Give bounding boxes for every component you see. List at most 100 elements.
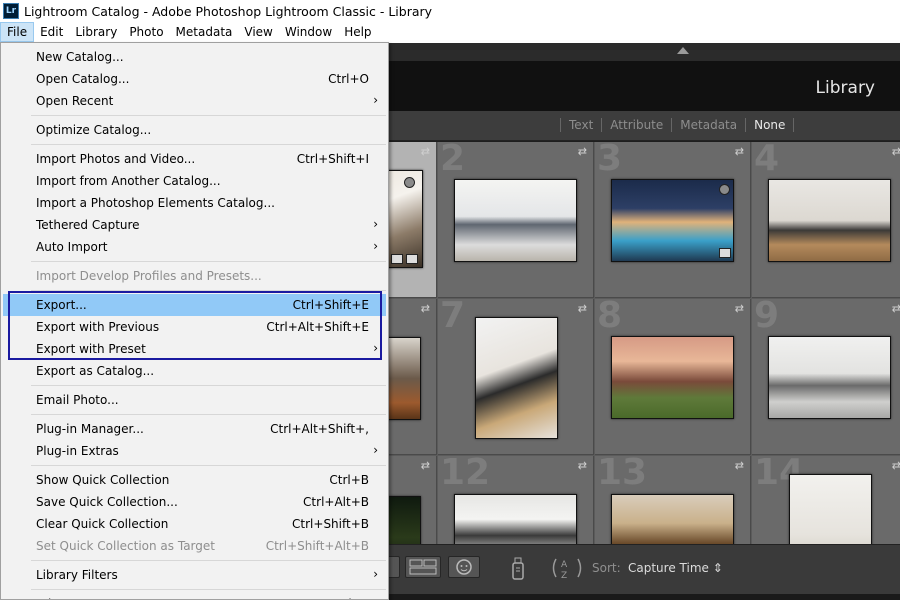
menu-item-label: Import from Another Catalog... — [36, 174, 221, 188]
submenu-arrow-icon: › — [373, 443, 378, 457]
menu-item-label: Auto Import — [36, 240, 108, 254]
menu-item-label: Plug-in Extras — [36, 444, 119, 458]
menu-item-clear-quick-collection[interactable]: Clear Quick Collection Ctrl+Shift+B — [3, 513, 386, 535]
menu-item-print[interactable]: Print...Ctrl+P — [3, 593, 386, 599]
grid-cell[interactable]: 4 ⇄ — [752, 142, 900, 298]
window-title: Lightroom Catalog - Adobe Photoshop Ligh… — [24, 3, 433, 19]
menu-separator — [31, 261, 386, 262]
sort-label: Sort: — [592, 561, 621, 575]
grid-cell[interactable]: 12 ⇄ — [438, 452, 594, 544]
filter-text[interactable]: Text — [569, 118, 593, 132]
menu-item-label: Email Photo... — [36, 393, 119, 407]
filter-metadata[interactable]: Metadata — [680, 118, 737, 132]
collapse-top-panel-icon[interactable] — [677, 47, 689, 54]
export-options-highlight-box — [8, 291, 382, 360]
sort-direction-icon[interactable]: AZ — [550, 555, 584, 584]
menu-item-plug-in-manager[interactable]: Plug-in Manager... Ctrl+Alt+Shift+, — [3, 418, 386, 440]
menu-item-shortcut: Ctrl+B — [329, 473, 369, 487]
pick-flag-icon[interactable]: ⇄ — [578, 459, 587, 472]
menu-separator — [31, 115, 386, 116]
photo-thumbnail[interactable] — [611, 336, 734, 419]
pick-flag-icon[interactable]: ⇄ — [735, 459, 744, 472]
menu-photo[interactable]: Photo — [123, 22, 169, 42]
menu-item-label: Export as Catalog... — [36, 364, 155, 378]
menu-item-optimize-catalog[interactable]: Optimize Catalog... — [3, 119, 386, 141]
grid-cell[interactable]: 7 ⇄ — [438, 295, 594, 455]
menu-separator — [31, 465, 386, 466]
menu-item-import-photos-and-video[interactable]: Import Photos and Video... Ctrl+Shift+I — [3, 148, 386, 170]
menu-item-show-quick-collection[interactable]: Show Quick Collection Ctrl+B — [3, 469, 386, 491]
photo-thumbnail[interactable] — [768, 179, 891, 262]
menu-item-label: Import Photos and Video... — [36, 152, 196, 166]
menu-file[interactable]: File — [0, 22, 35, 42]
grid-cell[interactable]: 14 ⇄ — [752, 452, 900, 544]
people-view-button[interactable] — [448, 556, 480, 578]
menu-item-open-recent[interactable]: Open Recent › — [3, 90, 386, 112]
menu-window[interactable]: Window — [279, 22, 338, 42]
menu-item-shortcut: Ctrl+Shift+I — [296, 152, 369, 166]
submenu-arrow-icon: › — [373, 93, 378, 107]
spray-can-icon[interactable] — [508, 555, 528, 584]
menu-item-shortcut: Ctrl+Shift+B — [292, 517, 369, 531]
menu-item-import-a-photoshop-elements-catalog[interactable]: Import a Photoshop Elements Catalog... — [3, 192, 386, 214]
menu-item-set-quick-collection-as-target[interactable]: Set Quick Collection as Target Ctrl+Shift… — [3, 535, 386, 557]
menu-item-label: New Catalog... — [36, 50, 124, 64]
pick-flag-icon[interactable]: ⇄ — [735, 302, 744, 315]
pick-flag-icon[interactable]: ⇄ — [421, 459, 430, 472]
menu-item-label: Tethered Capture — [36, 218, 140, 232]
menu-item-library-filters[interactable]: Library Filters › — [3, 564, 386, 586]
photo-thumbnail[interactable] — [611, 179, 734, 262]
svg-text:Z: Z — [561, 571, 567, 581]
menu-library[interactable]: Library — [69, 22, 123, 42]
menu-item-import-from-another-catalog[interactable]: Import from Another Catalog... — [3, 170, 386, 192]
menu-view[interactable]: View — [238, 22, 278, 42]
pick-flag-icon[interactable]: ⇄ — [892, 459, 900, 472]
menu-item-label: Set Quick Collection as Target — [36, 539, 215, 553]
menu-help[interactable]: Help — [338, 22, 377, 42]
menu-separator — [31, 560, 386, 561]
photo-thumbnail[interactable] — [611, 494, 734, 544]
photo-thumbnail[interactable] — [768, 336, 891, 419]
menu-item-export-as-catalog[interactable]: Export as Catalog... — [3, 360, 386, 382]
pick-flag-icon[interactable]: ⇄ — [578, 145, 587, 158]
menu-item-import-develop-profiles-and-presets[interactable]: Import Develop Profiles and Presets... — [3, 265, 386, 287]
menu-metadata[interactable]: Metadata — [170, 22, 239, 42]
pick-flag-icon[interactable]: ⇄ — [892, 302, 900, 315]
title-bar: Lr Lightroom Catalog - Adobe Photoshop L… — [0, 0, 900, 22]
menu-item-email-photo[interactable]: Email Photo... — [3, 389, 386, 411]
filter-attribute[interactable]: Attribute — [610, 118, 663, 132]
face-icon — [456, 559, 472, 575]
lightroom-logo-icon: Lr — [3, 3, 19, 19]
pick-flag-icon[interactable]: ⇄ — [421, 145, 430, 158]
menu-item-auto-import[interactable]: Auto Import › — [3, 236, 386, 258]
compare-view-button[interactable] — [405, 556, 441, 578]
sort-dropdown[interactable]: Capture Time ⇕ — [628, 561, 723, 575]
menu-item-plug-in-extras[interactable]: Plug-in Extras › — [3, 440, 386, 462]
menu-item-new-catalog[interactable]: New Catalog... — [3, 46, 386, 68]
pick-flag-icon[interactable]: ⇄ — [578, 302, 587, 315]
grid-cell[interactable]: 2 ⇄ — [438, 142, 594, 298]
cell-index: 8 — [597, 295, 623, 336]
filter-none[interactable]: None — [754, 118, 785, 132]
photo-thumbnail[interactable] — [454, 494, 577, 544]
grid-cell[interactable]: 3 ⇄ — [595, 142, 751, 298]
photo-thumbnail[interactable] — [475, 317, 558, 439]
filter-divider — [601, 118, 603, 132]
collection-badge-icon — [391, 254, 403, 264]
photo-thumbnail[interactable] — [789, 474, 872, 544]
photo-thumbnail[interactable] — [454, 179, 577, 262]
pick-flag-icon[interactable]: ⇄ — [735, 145, 744, 158]
grid-cell[interactable]: 13 ⇄ — [595, 452, 751, 544]
module-library[interactable]: Library — [816, 78, 875, 98]
menu-item-label: Optimize Catalog... — [36, 123, 152, 137]
cell-index: 9 — [754, 295, 780, 336]
menu-item-open-catalog[interactable]: Open Catalog... Ctrl+O — [3, 68, 386, 90]
grid-cell[interactable]: 8 ⇄ — [595, 295, 751, 455]
grid-cell[interactable]: 9 ⇄ — [752, 295, 900, 455]
pick-flag-icon[interactable]: ⇄ — [892, 145, 900, 158]
menu-item-shortcut: Ctrl+Shift+Alt+B — [265, 539, 369, 553]
menu-item-save-quick-collection[interactable]: Save Quick Collection... Ctrl+Alt+B — [3, 491, 386, 513]
menu-edit[interactable]: Edit — [34, 22, 69, 42]
menu-item-tethered-capture[interactable]: Tethered Capture › — [3, 214, 386, 236]
pick-flag-icon[interactable]: ⇄ — [421, 302, 430, 315]
